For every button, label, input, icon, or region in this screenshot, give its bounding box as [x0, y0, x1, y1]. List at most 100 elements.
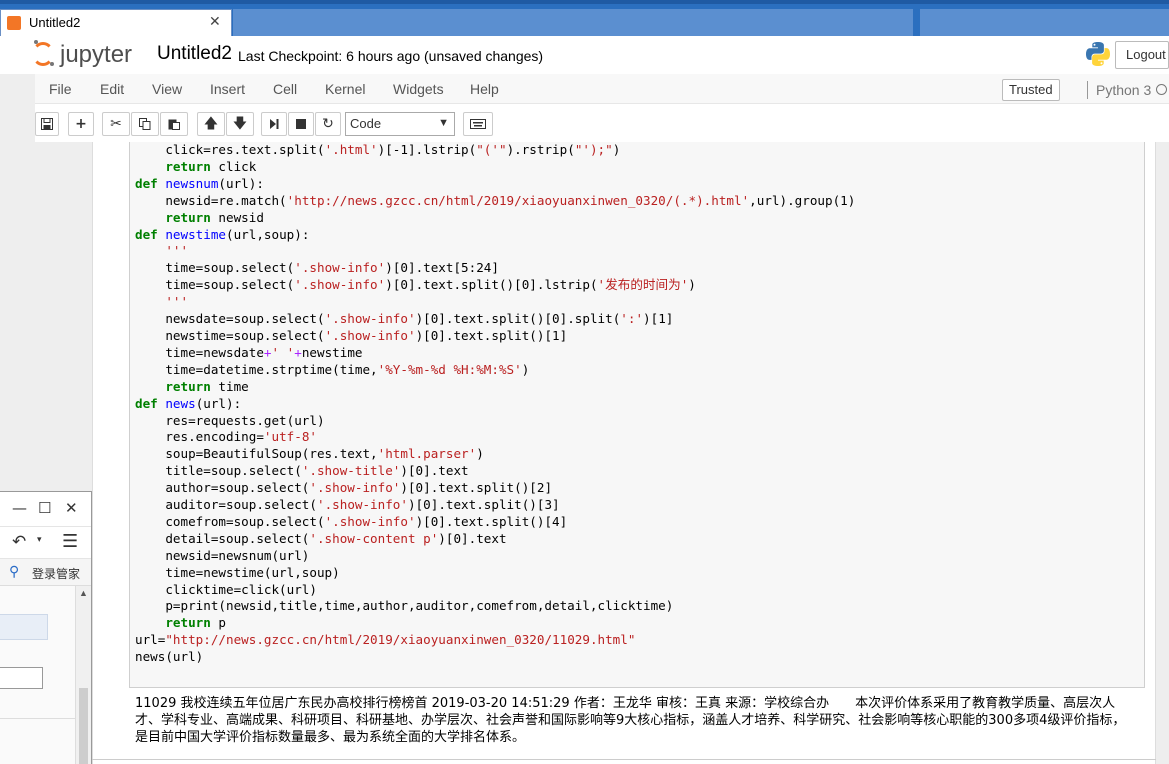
code-line[interactable]: return newsid: [135, 210, 855, 227]
menu-cell[interactable]: Cell: [273, 81, 297, 97]
code-line[interactable]: return click: [135, 159, 855, 176]
code-line[interactable]: time=soup.select('.show-info')[0].text[5…: [135, 260, 855, 277]
vertical-scrollbar[interactable]: ▲: [76, 586, 91, 764]
code-line[interactable]: def news(url):: [135, 396, 855, 413]
save-button[interactable]: [35, 112, 59, 136]
jupyter-favicon-icon: [7, 16, 21, 30]
refresh-icon: ↻: [322, 116, 334, 132]
arrow-down-icon: 🡇: [232, 116, 248, 132]
login-manager-label: 登录管家: [32, 567, 81, 581]
code-line[interactable]: click=res.text.split('.html')[-1].lstrip…: [135, 142, 855, 159]
menu-help[interactable]: Help: [470, 81, 499, 97]
code-editor[interactable]: click=res.text.split('.html')[-1].lstrip…: [135, 142, 855, 666]
code-line[interactable]: url="http://news.gzcc.cn/html/2019/xiaoy…: [135, 632, 855, 649]
code-line[interactable]: soup=BeautifulSoup(res.text,'html.parser…: [135, 446, 855, 463]
minimize-icon[interactable]: —: [12, 499, 27, 517]
login-manager-button[interactable]: ⚲ 登录管家: [0, 558, 91, 586]
code-line[interactable]: newsid=re.match('http://news.gzcc.cn/htm…: [135, 193, 855, 210]
checkpoint-status: Last Checkpoint: 6 hours ago (unsaved ch…: [238, 48, 544, 64]
cell-type-value: Code: [350, 116, 382, 131]
menu-widgets[interactable]: Widgets: [393, 81, 444, 97]
menu-view[interactable]: View: [152, 81, 182, 97]
code-line[interactable]: p=print(newsid,title,time,author,auditor…: [135, 598, 855, 615]
jupyter-logo[interactable]: jupyter: [32, 40, 142, 70]
menu-file[interactable]: File: [49, 81, 72, 97]
close-tab-icon[interactable]: ✕: [209, 13, 221, 30]
menu-insert[interactable]: Insert: [210, 81, 245, 97]
interrupt-kernel-button[interactable]: [288, 112, 314, 136]
menubar-divider: [1087, 81, 1088, 99]
close-icon[interactable]: ✕: [65, 499, 78, 517]
code-line[interactable]: detail=soup.select('.show-content p')[0]…: [135, 531, 855, 548]
stop-icon: [296, 119, 306, 129]
code-line[interactable]: comefrom=soup.select('.show-info')[0].te…: [135, 514, 855, 531]
browser-tab-strip: Untitled2 ✕: [0, 0, 1169, 36]
code-line[interactable]: clicktime=click(url): [135, 582, 855, 599]
move-up-button[interactable]: 🡅: [197, 112, 225, 136]
move-down-button[interactable]: 🡇: [226, 112, 254, 136]
code-cell-input[interactable]: click=res.text.split('.html')[-1].lstrip…: [129, 142, 1145, 688]
search-icon: ⚲: [9, 563, 20, 579]
code-line[interactable]: ''': [135, 294, 855, 311]
step-forward-icon: [270, 119, 279, 129]
notebook-toolbar: + ✂ 🡅 🡇 ↻ Code ▼: [35, 104, 1169, 142]
insert-cell-button[interactable]: +: [68, 112, 94, 136]
code-line[interactable]: res.encoding='utf-8': [135, 429, 855, 446]
code-line[interactable]: news(url): [135, 649, 855, 666]
code-line[interactable]: newsid=newsnum(url): [135, 548, 855, 565]
code-line[interactable]: newstime=soup.select('.show-info')[0].te…: [135, 328, 855, 345]
notebook-name[interactable]: Untitled2: [157, 43, 232, 65]
browser-tab-background[interactable]: [233, 9, 913, 36]
menu-kernel[interactable]: Kernel: [325, 81, 365, 97]
jupyter-header: jupyter Untitled2 Last Checkpoint: 6 hou…: [0, 36, 1169, 74]
scrollbar-thumb[interactable]: [79, 688, 88, 764]
code-line[interactable]: ''': [135, 243, 855, 260]
cell-type-select[interactable]: Code ▼: [345, 112, 455, 136]
trusted-indicator[interactable]: Trusted: [1002, 79, 1060, 101]
browser-top-edge: [0, 0, 1169, 4]
code-line[interactable]: res=requests.get(url): [135, 413, 855, 430]
copy-icon: [139, 118, 151, 130]
code-line[interactable]: time=soup.select('.show-info')[0].text.s…: [135, 277, 855, 294]
kernel-name: Python 3: [1096, 82, 1152, 98]
run-button[interactable]: [261, 112, 287, 136]
scissors-icon: ✂: [110, 116, 122, 132]
jupyter-logo-moon-icon: [34, 40, 38, 44]
copy-button[interactable]: [131, 112, 159, 136]
kernel-idle-indicator-icon: [1156, 84, 1167, 95]
paste-button[interactable]: [160, 112, 188, 136]
command-palette-button[interactable]: [463, 112, 493, 136]
code-line[interactable]: title=soup.select('.show-title')[0].text: [135, 463, 855, 480]
cut-button[interactable]: ✂: [102, 112, 130, 136]
save-icon: [41, 118, 53, 130]
code-line[interactable]: newsdate=soup.select('.show-info')[0].te…: [135, 311, 855, 328]
code-line[interactable]: def newstime(url,soup):: [135, 227, 855, 244]
code-line[interactable]: time=datetime.strptime(time,'%Y-%m-%d %H…: [135, 362, 855, 379]
notebook-area: click=res.text.split('.html')[-1].lstrip…: [35, 142, 1169, 764]
window-toolbar: ↶ ▾ ☰: [0, 526, 91, 558]
code-line[interactable]: author=soup.select('.show-info')[0].text…: [135, 480, 855, 497]
text-field[interactable]: [0, 667, 43, 689]
undo-icon[interactable]: ↶: [12, 532, 26, 552]
scroll-up-icon[interactable]: ▲: [79, 588, 88, 598]
code-line[interactable]: auditor=soup.select('.show-info')[0].tex…: [135, 497, 855, 514]
code-line[interactable]: return p: [135, 615, 855, 632]
menu-edit[interactable]: Edit: [100, 81, 124, 97]
menu-icon[interactable]: ☰: [62, 531, 78, 552]
code-line[interactable]: time=newsdate+' '+newstime: [135, 345, 855, 362]
code-line[interactable]: def newsnum(url):: [135, 176, 855, 193]
code-line[interactable]: return time: [135, 379, 855, 396]
chevron-down-icon[interactable]: ▾: [37, 535, 42, 545]
restart-kernel-button[interactable]: ↻: [315, 112, 341, 136]
maximize-icon[interactable]: ☐: [38, 499, 51, 517]
browser-tab-active[interactable]: Untitled2 ✕: [0, 9, 232, 36]
cell-output-text: 11029 我校连续五年位居广东民办高校排行榜榜首 2019-03-20 14:…: [135, 696, 1126, 745]
jupyter-logo-text: jupyter: [60, 41, 133, 68]
code-line[interactable]: time=newstime(url,soup): [135, 565, 855, 582]
overlapping-window[interactable]: — ☐ ✕ ↶ ▾ ☰ ⚲ 登录管家 ▲: [0, 491, 92, 764]
keyboard-icon: [470, 119, 486, 129]
browser-tab-background-2[interactable]: [920, 9, 1169, 36]
next-cell-edge: [92, 759, 1156, 760]
logout-button[interactable]: Logout: [1115, 41, 1169, 69]
selected-row[interactable]: [0, 614, 48, 640]
